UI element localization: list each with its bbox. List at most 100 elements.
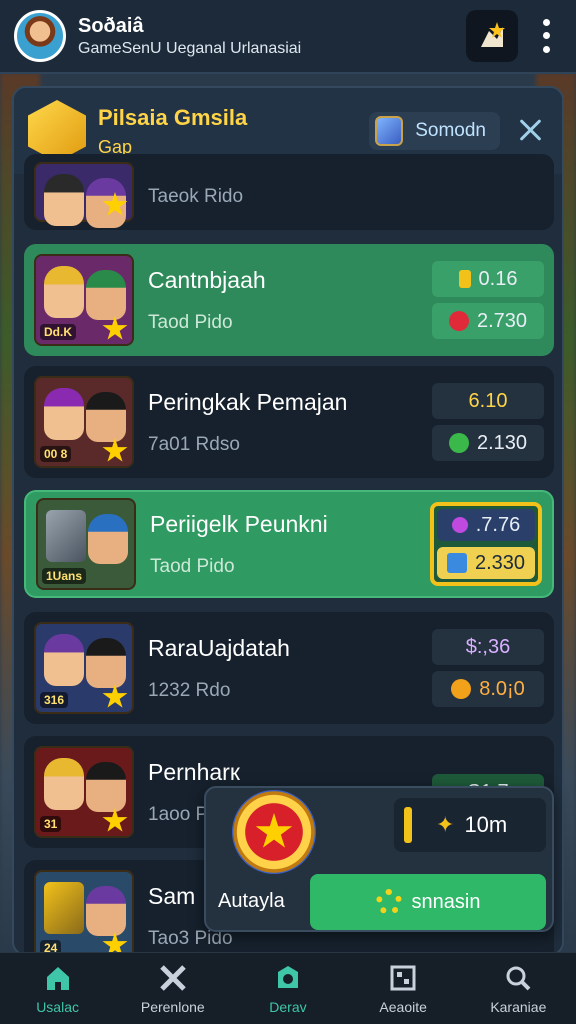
row-text: RaraUajdatah 1232 Rdo bbox=[148, 635, 432, 702]
list-item[interactable]: Taeok Rido bbox=[24, 154, 554, 230]
shield-badge-icon bbox=[273, 963, 303, 993]
home-icon bbox=[43, 963, 73, 993]
player-portrait bbox=[86, 270, 126, 320]
gold-crest-icon bbox=[28, 100, 86, 162]
stat-value: 2.130 bbox=[476, 431, 528, 454]
nav-label: Usalac bbox=[36, 998, 79, 1015]
nav-item-grid[interactable]: Aeaoite bbox=[353, 963, 453, 1015]
row-stats: 6.10 2.130 bbox=[432, 383, 544, 461]
star-icon bbox=[255, 813, 293, 848]
player-portrait bbox=[86, 762, 126, 812]
diamond-icon bbox=[446, 553, 467, 573]
coin-icon bbox=[458, 270, 471, 288]
stat-value: 2.730 bbox=[476, 309, 528, 332]
player-portrait bbox=[86, 392, 126, 442]
team-thumbnail bbox=[34, 162, 134, 228]
list-item-highlighted[interactable]: 1Uans Periigelk Peunkni Taod Pido .7.76 … bbox=[24, 490, 554, 598]
row-meta: Taeok Rido bbox=[148, 186, 244, 207]
team-tag: 31 bbox=[40, 816, 62, 832]
row-name: Peringkak Pemajan bbox=[148, 388, 348, 415]
team-thumbnail: 1Uans bbox=[36, 498, 136, 590]
claim-button[interactable]: snnasin bbox=[310, 874, 546, 930]
season-selector[interactable]: Somodn bbox=[369, 112, 500, 150]
app-title: Soðaiâ bbox=[78, 14, 144, 37]
stat-secondary: 8.0¡0 bbox=[432, 671, 544, 707]
nav-item-battle[interactable]: Perenlone bbox=[123, 963, 223, 1015]
timer-value: 10m bbox=[464, 812, 508, 837]
panel-titles: Pilsaia Gmsila Gap bbox=[98, 105, 369, 158]
player-portrait bbox=[44, 266, 84, 318]
reward-popup: ✦ 10m Autayla snnasin bbox=[204, 786, 554, 932]
panel-title: Pilsaia Gmsila bbox=[98, 104, 248, 130]
more-menu-button[interactable] bbox=[536, 16, 556, 56]
stat-value: 2.330 bbox=[474, 551, 526, 574]
list-item[interactable]: 00 8 Peringkak Pemajan 7a01 Rdso 6.10 2.… bbox=[24, 366, 554, 478]
row-stats: $:,36 8.0¡0 bbox=[432, 629, 544, 707]
avatar[interactable] bbox=[14, 10, 66, 62]
reward-label: Autayla bbox=[218, 890, 285, 912]
row-name: Periigelk Peunkni bbox=[150, 510, 328, 537]
stat-primary: .7.76 bbox=[437, 509, 535, 541]
list-item[interactable]: 316 RaraUajdatah 1232 Rdo $:,36 8.0¡0 bbox=[24, 612, 554, 724]
stat-secondary: 2.730 bbox=[432, 303, 544, 339]
player-portrait bbox=[44, 388, 84, 440]
row-meta: 7a01 Rdso bbox=[148, 433, 240, 455]
stat-primary: $:,36 bbox=[432, 629, 544, 665]
reward-timer: ✦ 10m bbox=[394, 798, 546, 852]
kebab-dot bbox=[542, 45, 550, 53]
nav-item-clan[interactable]: Derav bbox=[238, 963, 338, 1015]
row-meta: Taod Pido bbox=[148, 311, 233, 333]
nav-label: Perenlone bbox=[140, 998, 205, 1015]
row-name: Cantnbjaah bbox=[148, 266, 266, 293]
kebab-dot bbox=[542, 32, 550, 40]
gear-icon bbox=[375, 889, 402, 915]
row-text: Peringkak Pemajan 7a01 Rdso bbox=[148, 389, 432, 456]
player-portrait bbox=[86, 886, 126, 936]
row-text: Taeok Rido bbox=[148, 176, 544, 208]
weapon-image bbox=[44, 882, 84, 934]
player-portrait bbox=[44, 758, 84, 810]
nav-label: Aeaoite bbox=[379, 998, 427, 1015]
crossed-swords-icon bbox=[158, 963, 188, 993]
stat-primary: 0.16 bbox=[432, 261, 544, 297]
team-thumbnail: 00 8 bbox=[34, 376, 134, 468]
shield-icon bbox=[375, 116, 404, 146]
team-thumbnail: 24 bbox=[34, 870, 134, 954]
star-badge-icon bbox=[481, 22, 505, 47]
weapon-image bbox=[46, 510, 86, 562]
heart-icon bbox=[451, 679, 472, 699]
row-meta: Taod Pido bbox=[150, 555, 235, 577]
achievement-button[interactable] bbox=[466, 10, 518, 62]
team-thumbnail: 316 bbox=[34, 622, 134, 714]
list-item[interactable]: Dd.K Cantnbjaah Taod Pido 0.16 2.730 bbox=[24, 244, 554, 356]
close-icon[interactable] bbox=[514, 114, 548, 148]
team-tag: 00 8 bbox=[40, 446, 72, 462]
stat-value: 6.10 bbox=[468, 389, 508, 412]
row-text: Periigelk Peunkni Taod Pido bbox=[150, 511, 430, 578]
row-stats: 0.16 2.730 bbox=[432, 261, 544, 339]
gem-icon bbox=[448, 433, 469, 453]
team-tag: 1Uans bbox=[42, 568, 87, 584]
team-tag: Dd.K bbox=[40, 324, 76, 340]
row-stats-highlighted: .7.76 2.330 bbox=[430, 502, 542, 586]
search-icon bbox=[503, 963, 533, 993]
stat-value: 0.16 bbox=[478, 267, 518, 290]
nav-item-home[interactable]: Usalac bbox=[8, 963, 108, 1015]
team-thumbnail: Dd.K bbox=[34, 254, 134, 346]
team-thumbnail: 31 bbox=[34, 746, 134, 838]
nav-item-search[interactable]: Karaniae bbox=[468, 963, 568, 1015]
season-label: Somodn bbox=[415, 120, 486, 141]
stat-secondary: 2.330 bbox=[437, 547, 535, 579]
player-portrait bbox=[44, 634, 84, 686]
kebab-dot bbox=[542, 19, 550, 27]
player-portrait bbox=[86, 638, 126, 688]
grid-icon bbox=[388, 963, 418, 993]
timer-bar bbox=[404, 807, 412, 843]
player-portrait bbox=[44, 174, 84, 226]
player-portrait bbox=[88, 514, 128, 564]
stat-value: $:,36 bbox=[465, 635, 511, 658]
top-header: Soðaiâ GameSenU Ueganal Urlanasiai bbox=[0, 0, 576, 74]
sparkle-icon: ✦ bbox=[436, 812, 455, 837]
medal-icon bbox=[232, 790, 316, 874]
row-meta: 1232 Rdo bbox=[148, 679, 231, 701]
